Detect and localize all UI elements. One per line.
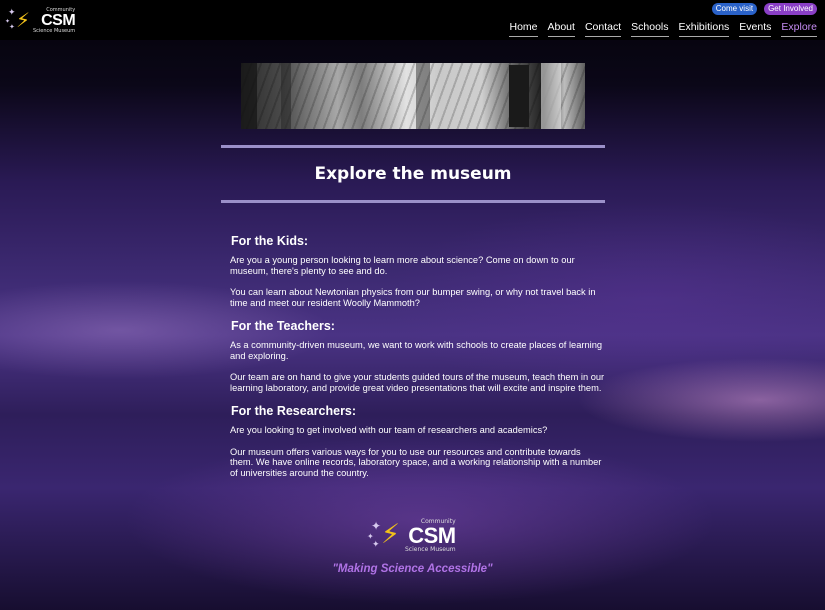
nav-schools[interactable]: Schools <box>631 21 669 37</box>
main-nav: Home About Contact Schools Exhibitions E… <box>509 21 817 37</box>
site-logo[interactable]: ✦ ✦ ✦ ⚡ Community CSM Science Museum <box>5 8 76 34</box>
section-paragraph: Are you looking to get involved with our… <box>230 425 548 435</box>
come-visit-button[interactable]: Come visit <box>711 3 758 15</box>
nav-explore[interactable]: Explore <box>781 21 817 37</box>
section-paragraph: Are you a young person looking to learn … <box>230 255 575 276</box>
hero-image <box>241 63 585 129</box>
title-divider-top <box>221 145 605 148</box>
section-kids: For the Kids: Are you a young person loo… <box>230 234 605 308</box>
nav-home[interactable]: Home <box>509 21 538 37</box>
logo-title: CSM <box>408 523 456 548</box>
header-actions: Come visit Get Involved <box>711 3 817 15</box>
bolt-stars-icon: ✦ ✦ ✦ ⚡ <box>5 8 31 32</box>
section-paragraph: As a community-driven museum, we want to… <box>230 340 603 361</box>
nav-exhibitions[interactable]: Exhibitions <box>678 21 730 37</box>
section-heading: For the Kids: <box>231 234 309 248</box>
main-content: For the Kids: Are you a young person loo… <box>230 234 605 489</box>
section-paragraph: You can learn about Newtonian physics fr… <box>230 287 596 308</box>
section-teachers: For the Teachers: As a community-driven … <box>230 319 605 393</box>
section-researchers: For the Researchers: Are you looking to … <box>230 404 605 478</box>
nav-events[interactable]: Events <box>739 21 772 37</box>
section-heading: For the Teachers: <box>231 319 335 333</box>
section-heading: For the Researchers: <box>231 404 357 418</box>
title-divider-bottom <box>221 200 605 203</box>
section-paragraph: Our museum offers various ways for you t… <box>230 446 602 478</box>
logo-subtitle: Science Museum <box>33 28 76 34</box>
footer-logo: ✦ ✦ ✦ ⚡ Community CSM Science Museum <box>367 519 456 553</box>
page-title: Explore the museum <box>314 164 512 184</box>
section-paragraph: Our team are on hand to give your studen… <box>230 372 605 393</box>
nav-contact[interactable]: Contact <box>584 21 622 37</box>
site-header: ✦ ✦ ✦ ⚡ Community CSM Science Museum Com… <box>0 0 825 40</box>
get-involved-button[interactable]: Get Involved <box>764 3 817 15</box>
tagline: "Making Science Accessible" <box>332 563 493 575</box>
logo-subtitle: Science Museum <box>405 546 456 553</box>
bolt-stars-icon: ✦ ✦ ✦ ⚡ <box>367 519 400 550</box>
nav-about[interactable]: About <box>547 21 575 37</box>
logo-title: CSM <box>41 12 76 29</box>
